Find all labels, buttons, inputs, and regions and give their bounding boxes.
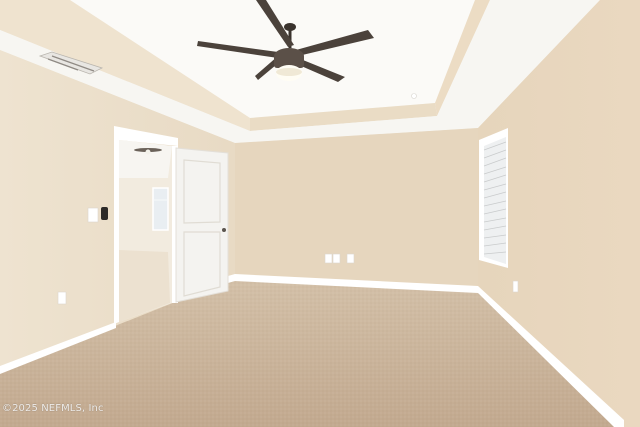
room-illustration bbox=[0, 0, 640, 427]
back-wall bbox=[235, 128, 478, 290]
room-photo: ©2025 NEFMLS, Inc bbox=[0, 0, 640, 427]
outlet-icon bbox=[512, 280, 519, 293]
switch-icon bbox=[87, 207, 99, 223]
outlet-icon bbox=[346, 253, 355, 264]
hallway-window bbox=[152, 187, 169, 231]
watermark: ©2025 NEFMLS, Inc bbox=[2, 403, 104, 414]
hallway-ceiling bbox=[119, 140, 172, 178]
outlet-icon bbox=[324, 253, 333, 264]
outlet-icon bbox=[332, 253, 341, 264]
outlet-icon bbox=[57, 291, 67, 305]
door-knob bbox=[222, 228, 226, 232]
smoke-detector bbox=[411, 93, 417, 99]
smart-lock-icon bbox=[101, 207, 108, 220]
window-blinds bbox=[483, 137, 507, 264]
